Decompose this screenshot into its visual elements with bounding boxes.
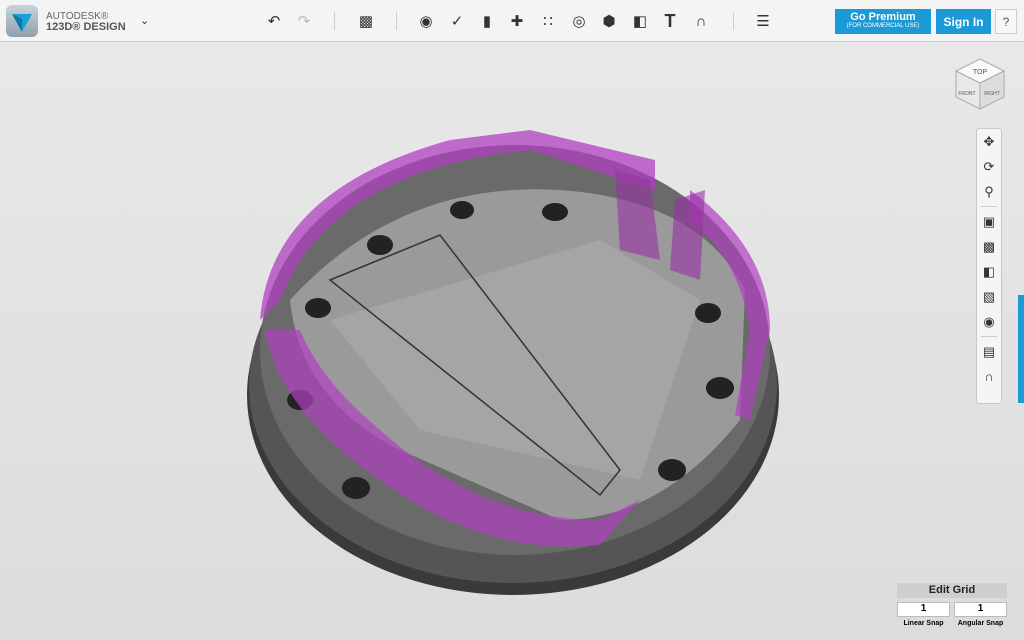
edit-grid-panel: Edit Grid 1 1 Linear Snap Angular Snap <box>897 583 1007 627</box>
divider <box>981 336 997 337</box>
angular-snap-label: Angular Snap <box>957 620 1004 627</box>
divider <box>981 206 997 207</box>
linear-snap-input[interactable]: 1 <box>897 602 950 617</box>
fit-icon[interactable]: ▣ <box>977 209 1001 234</box>
navigation-bar: ✥ ⟳ ⚲ ▣ ▩ ◧ ▧ ◉ ▤ ∩ <box>976 128 1002 404</box>
magnet-icon[interactable]: ∩ <box>977 364 1001 389</box>
snap-icon[interactable]: ▤ <box>977 339 1001 364</box>
perspective-icon[interactable]: ▩ <box>977 234 1001 259</box>
linear-snap-label: Linear Snap <box>903 620 944 627</box>
camera-icon[interactable]: ◉ <box>977 309 1001 334</box>
zoom-icon[interactable]: ⚲ <box>977 179 1001 204</box>
view-cube-right[interactable]: RIGHT <box>984 91 1000 97</box>
angular-snap-input[interactable]: 1 <box>954 602 1007 617</box>
orbit-icon[interactable]: ⟳ <box>977 154 1001 179</box>
view-cube[interactable]: TOP FRONT RIGHT <box>950 55 1010 115</box>
hide-grid-icon[interactable]: ▧ <box>977 284 1001 309</box>
edit-grid-button[interactable]: Edit Grid <box>897 583 1007 598</box>
pan-icon[interactable]: ✥ <box>977 129 1001 154</box>
view-cube-icon: TOP FRONT RIGHT <box>954 58 1006 110</box>
view-cube-top[interactable]: TOP <box>973 69 988 76</box>
view-cube-front[interactable]: FRONT <box>958 91 975 97</box>
3d-model-viewport[interactable] <box>0 0 1024 640</box>
side-panel-tab[interactable] <box>1018 295 1024 403</box>
materials-icon[interactable]: ◧ <box>977 259 1001 284</box>
